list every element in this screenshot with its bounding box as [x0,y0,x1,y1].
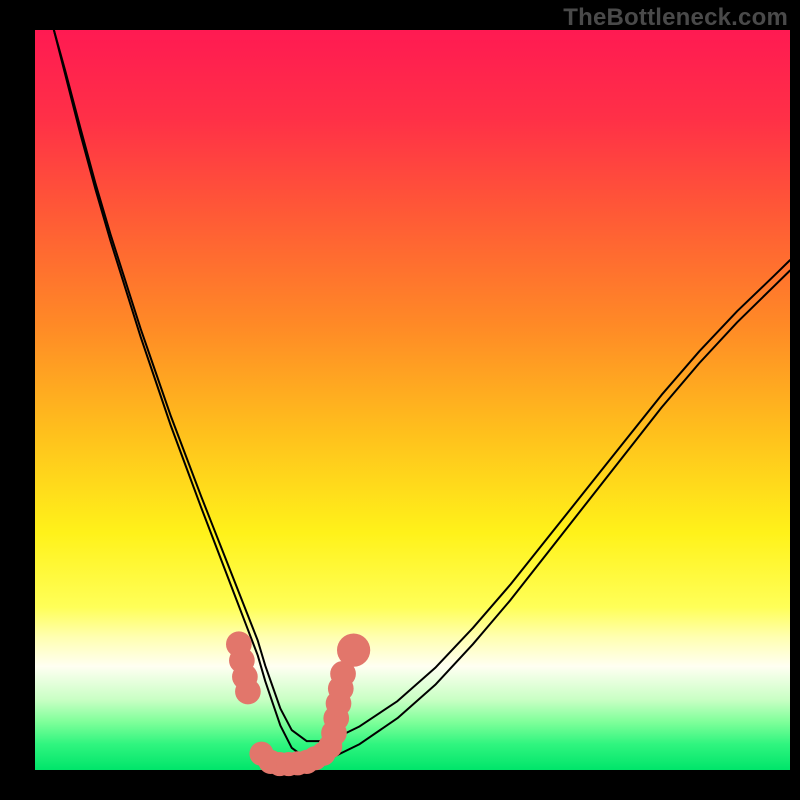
plot-background [35,30,790,770]
watermark-text: TheBottleneck.com [563,4,788,32]
chart-svg [0,0,800,800]
chart-frame: TheBottleneck.com [0,0,800,800]
data-point [235,679,261,705]
data-point [337,634,370,667]
